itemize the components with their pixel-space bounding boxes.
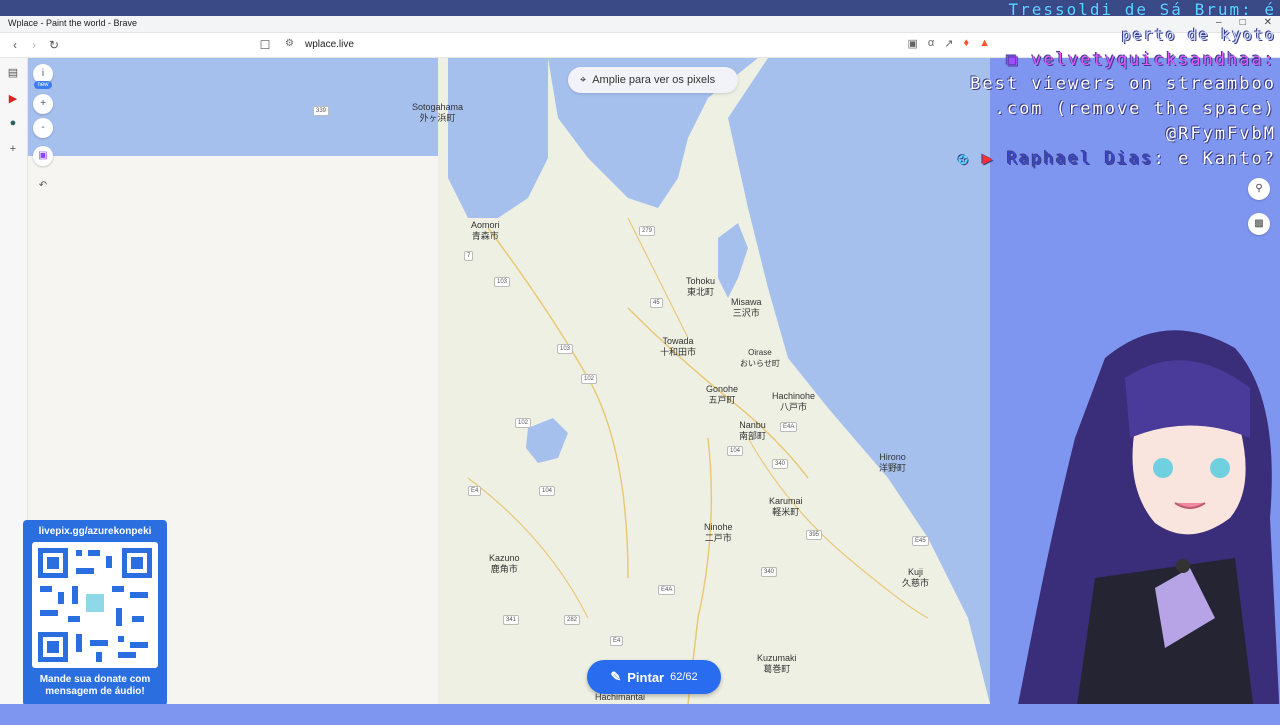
road-number: 339 xyxy=(313,106,330,116)
back-arrow-icon[interactable]: ‹ xyxy=(8,38,22,52)
star-icon: ✪ xyxy=(957,149,971,169)
site-settings-icon[interactable]: ⚙ xyxy=(285,38,294,49)
map-label-sotogahama: Sotogahama 外ヶ浜町 xyxy=(412,102,464,123)
road-number: E45 xyxy=(912,536,929,546)
paint-button-label: Pintar xyxy=(627,669,665,685)
donation-caption: Mande sua donate com mensagem de áudio! xyxy=(39,674,151,697)
qr-code-graphic xyxy=(38,548,152,662)
share-icon[interactable]: ↗ xyxy=(944,37,953,50)
chat-line: Tressoldi de Sá Brum: é xyxy=(1008,0,1276,19)
chat-line: Best viewers on streamboo xyxy=(970,74,1276,94)
zoom-hint-pill: ⌖ Amplie para ver os pixels xyxy=(568,67,738,93)
vtuber-avatar xyxy=(1015,318,1280,720)
road-number: 341 xyxy=(503,615,520,625)
map-label-ninohe: Ninohe 二戸市 xyxy=(704,522,733,543)
donation-qr-card: livepix.gg/azurekonpeki Mande sua donate… xyxy=(23,520,167,706)
chat-line: @RFymFvbM xyxy=(1165,124,1276,144)
map-label-kuzumaki: Kuzumaki 葛巻町 xyxy=(757,653,797,674)
road-number: 282 xyxy=(564,615,581,625)
zoom-hint-text: Amplie para ver os pixels xyxy=(592,74,716,86)
map-label-karumai: Karumai 軽米町 xyxy=(769,496,803,517)
undo-button[interactable]: ↶ xyxy=(33,176,53,196)
map-water-area xyxy=(28,58,438,156)
road-number: 102 xyxy=(581,374,598,384)
chat-line: perto de kyoto xyxy=(1121,26,1276,44)
road-number: 395 xyxy=(806,530,823,540)
search-location-icon[interactable]: ⚲ xyxy=(1248,178,1270,200)
map-label-towada: Towada 十和田市 xyxy=(660,336,697,357)
youtube-icon[interactable]: ▶ xyxy=(6,92,20,106)
road-number: E4A xyxy=(780,422,798,432)
map-label-tohoku: Tohoku 東北町 xyxy=(686,276,716,297)
address-bar[interactable]: ⚙ wplace.live xyxy=(283,37,883,53)
road-number: 103 xyxy=(494,277,511,287)
road-number: 340 xyxy=(761,567,778,577)
road-number: 279 xyxy=(639,226,656,236)
bookmark-icon[interactable]: ☐ xyxy=(258,38,272,52)
map-label-nanbu: Nanbu 南部町 xyxy=(739,420,767,441)
add-panel-icon[interactable]: + xyxy=(6,142,20,156)
map-label-kuji: Kuji 久慈市 xyxy=(902,567,930,588)
map-label-hirono: Hirono 洋野町 xyxy=(879,452,907,473)
road-number: 104 xyxy=(539,486,556,496)
leaderboard-icon[interactable]: ▩ xyxy=(1248,213,1270,235)
forward-arrow-icon[interactable]: › xyxy=(27,38,41,52)
brush-icon: ✎ xyxy=(610,669,622,684)
map-label-oirase: Oirase おいらせ町 xyxy=(740,348,780,368)
toolbar-right-tools: ▣ α ↗ ♦ ▲ xyxy=(908,37,991,50)
road-number: 340 xyxy=(772,459,789,469)
map-label-kazuno: Kazuno 鹿角市 xyxy=(489,553,520,574)
paint-button[interactable]: ✎ Pintar 62/62 xyxy=(587,660,721,694)
brave-rewards-icon[interactable]: ▲ xyxy=(979,37,990,50)
twitch-icon: ▣ xyxy=(1006,50,1020,70)
chat-username: Raphael Dias xyxy=(1006,149,1154,169)
translate-icon[interactable]: α xyxy=(928,37,934,50)
donation-url: livepix.gg/azurekonpeki xyxy=(38,526,152,537)
zoom-out-button[interactable]: - xyxy=(33,118,53,138)
road-number: 7 xyxy=(464,251,474,261)
map-label-aomori: Aomori 青森市 xyxy=(471,220,500,241)
road-number: 104 xyxy=(727,446,744,456)
chat-line: .com (remove the space) xyxy=(994,99,1276,119)
sidebar-panel-icon[interactable]: ▤ xyxy=(6,66,20,80)
chat-message: ✪ ▶ Raphael Dias: e Kanto? xyxy=(957,149,1276,169)
twitch-icon[interactable]: ▣ xyxy=(33,146,53,166)
stream-bottom-bar xyxy=(0,704,1280,720)
zoom-in-button[interactable]: + xyxy=(33,94,53,114)
youtube-icon: ▶ xyxy=(982,149,995,169)
road-number: E4A xyxy=(658,585,676,595)
avatar-graphic xyxy=(1015,330,1280,720)
chat-username: ▣ velvetyquicksandhaa: xyxy=(1006,50,1276,70)
brave-shields-icon[interactable]: ♦ xyxy=(963,37,969,50)
road-number: 45 xyxy=(650,298,663,308)
zoom-icon: ⌖ xyxy=(580,73,587,86)
url-text: wplace.live xyxy=(305,39,354,50)
reload-icon[interactable]: ↻ xyxy=(47,38,61,52)
map-label-gonohe: Gonohe 五戸町 xyxy=(706,384,739,405)
paint-charges-count: 62/62 xyxy=(670,671,698,683)
cast-icon[interactable]: ▣ xyxy=(908,37,918,50)
qr-code xyxy=(32,542,158,668)
road-number: 103 xyxy=(557,344,574,354)
road-number: E4 xyxy=(468,486,482,496)
new-badge: new xyxy=(34,81,52,89)
map-label-hachinohe: Hachinohe 八戸市 xyxy=(772,391,816,412)
road-number: 102 xyxy=(515,418,532,428)
map-label-misawa: Misawa 三沢市 xyxy=(731,297,762,318)
road-number: E4 xyxy=(610,636,624,646)
globe-icon[interactable]: ● xyxy=(6,116,20,130)
window-title: Wplace - Paint the world - Brave xyxy=(8,18,138,28)
